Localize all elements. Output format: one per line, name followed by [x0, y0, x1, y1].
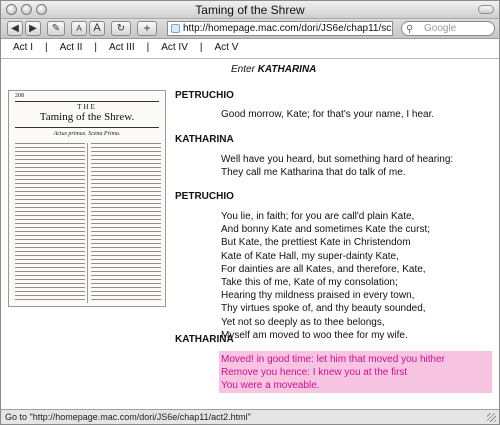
- add-bookmark-button[interactable]: +: [137, 21, 157, 36]
- verse-line: And bonny Kate and sometimes Kate the cu…: [221, 224, 431, 236]
- verse-line: Take this of me, Kate of my consolation;: [221, 277, 398, 289]
- back-button[interactable]: ◀: [7, 21, 23, 36]
- search-placeholder: Google: [424, 23, 457, 34]
- pencil-icon: ✎: [51, 23, 61, 34]
- verse-line: But Kate, the prettiest Kate in Christen…: [221, 237, 411, 249]
- speech-lines: Well have you heard, but something hard …: [221, 153, 453, 179]
- address-bar[interactable]: http://homepage.mac.com/dori/JS6e/chap11…: [167, 21, 393, 36]
- verse-line: You lie, in faith; for you are call'd pl…: [221, 211, 415, 222]
- reload-button[interactable]: ↻: [111, 21, 131, 36]
- verse-line: Kate of Kate Hall, my super-dainty Kate,: [221, 250, 399, 262]
- resize-grip-icon[interactable]: [487, 413, 496, 422]
- font-smaller-button[interactable]: A: [71, 21, 87, 36]
- speech-lines: You lie, in faith; for you are call'd pl…: [221, 210, 430, 342]
- reload-icon: ↻: [116, 23, 126, 34]
- back-arrow-icon: ◀: [11, 23, 19, 34]
- title-bar: Taming of the Shrew: [1, 1, 499, 19]
- status-bar: Go to "http://homepage.mac.com/dori/JS6e…: [1, 409, 499, 424]
- font-larger-label: A: [93, 22, 101, 34]
- toolbar-toggle-button[interactable]: [478, 5, 494, 14]
- font-larger-button[interactable]: A: [89, 21, 105, 36]
- verse-line: Yet not so deeply as to thee belongs,: [221, 316, 385, 328]
- verse-line: Well have you heard, but something hard …: [221, 154, 454, 165]
- stage-direction-prefix: Enter: [231, 64, 255, 75]
- verse-line: Moved! in good time: let him that moved …: [221, 354, 446, 365]
- font-smaller-label: A: [76, 24, 82, 33]
- speaker-name: KATHARINA: [175, 134, 234, 145]
- verse-line: You were a moveable.: [221, 380, 320, 392]
- page-content: Act I | Act II | Act III | Act IV | Act …: [1, 40, 499, 408]
- page-icon: [171, 24, 180, 33]
- script-text: Enter KATHARINA PETRUCHIO Good morrow, K…: [1, 40, 499, 408]
- browser-window: Taming of the Shrew ◀ ▶ ✎ A A ↻ + http:/…: [0, 0, 500, 425]
- verse-line: For dainties are all Kates, and therefor…: [221, 263, 426, 275]
- speech-lines: Good morrow, Kate; for that's your name,…: [221, 108, 434, 121]
- url-text: http://homepage.mac.com/dori/JS6e/chap11…: [183, 23, 392, 34]
- verse-line: Good morrow, Kate; for that's your name,…: [221, 109, 435, 120]
- stage-direction: Enter KATHARINA: [231, 64, 316, 75]
- browser-toolbar: ◀ ▶ ✎ A A ↻ + http://homepage.mac.com/do…: [1, 19, 499, 39]
- verse-line: Hearing thy mildness praised in every to…: [221, 290, 415, 302]
- search-field[interactable]: ⚲ Google: [401, 21, 495, 36]
- speech-lines: Moved! in good time: let him that moved …: [221, 353, 445, 393]
- plus-icon: +: [143, 21, 151, 35]
- search-icon: ⚲: [406, 24, 414, 35]
- forward-button[interactable]: ▶: [25, 21, 41, 36]
- edit-button[interactable]: ✎: [47, 21, 65, 36]
- verse-line: Thy virtues spoke of, and thy beauty sou…: [221, 303, 426, 315]
- speaker-name: PETRUCHIO: [175, 191, 234, 202]
- speaker-name: KATHARINA: [175, 334, 234, 345]
- status-text: Go to "http://homepage.mac.com/dori/JS6e…: [5, 412, 251, 422]
- verse-line: Remove you hence: I knew you at the firs…: [221, 367, 408, 379]
- forward-arrow-icon: ▶: [29, 23, 37, 34]
- verse-line: Myself am moved to woo thee for my wife.: [221, 329, 408, 341]
- window-title: Taming of the Shrew: [195, 3, 305, 17]
- speaker-name: PETRUCHIO: [175, 90, 234, 101]
- stage-direction-name: KATHARINA: [257, 64, 317, 75]
- verse-line: They call me Katharina that do talk of m…: [221, 167, 406, 179]
